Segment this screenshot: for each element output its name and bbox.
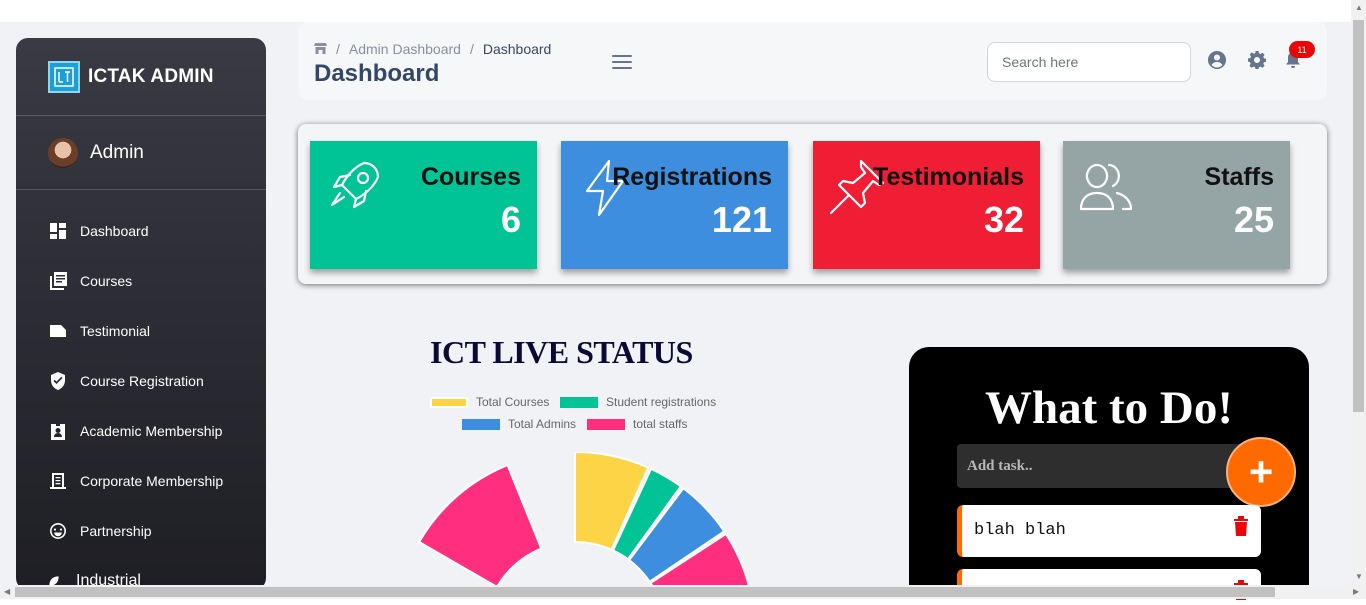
sidebar-item-label: Partnership xyxy=(80,523,152,539)
badge-icon xyxy=(49,422,67,440)
testimonial-icon xyxy=(49,322,67,340)
stats-panel: Courses 6 Registrations 121 Testimonials… xyxy=(298,124,1327,284)
legend-item-total-staffs[interactable]: total staffs xyxy=(587,417,687,431)
legend-swatch xyxy=(462,418,500,430)
menu-toggle-icon[interactable] xyxy=(612,55,632,69)
todo-title: What to Do! xyxy=(984,382,1234,434)
brand-title: ICTAK ADMIN xyxy=(88,65,214,87)
vertical-scroll-thumb[interactable] xyxy=(1353,20,1364,412)
pie-slice-total-staffs[interactable] xyxy=(417,463,543,585)
legend-label: Total Courses xyxy=(476,395,550,409)
user-profile[interactable]: Admin xyxy=(16,116,266,190)
sidebar-item-academic-membership[interactable]: Academic Membership xyxy=(16,406,266,456)
add-task-input[interactable] xyxy=(957,444,1257,488)
users-icon xyxy=(1077,157,1137,217)
sidebar-item-label: Testimonial xyxy=(80,323,151,339)
sidebar-item-label: Dashboard xyxy=(80,223,149,239)
legend-swatch xyxy=(587,418,625,430)
sidebar-item-dashboard[interactable]: Dashboard xyxy=(16,206,266,256)
settings-gear-icon[interactable] xyxy=(1248,51,1267,70)
legend-swatch xyxy=(560,396,598,408)
legend-label: Total Admins xyxy=(508,417,577,431)
stat-card-testimonials[interactable]: Testimonials 32 xyxy=(813,141,1040,269)
sidebar-item-corporate-membership[interactable]: Corporate Membership xyxy=(16,456,266,506)
stat-card-staffs[interactable]: Staffs 25 xyxy=(1063,141,1290,269)
rocket-icon xyxy=(324,157,384,217)
breadcrumb-admin-dashboard[interactable]: Admin Dashboard xyxy=(349,41,461,57)
stat-value: 25 xyxy=(1233,199,1274,240)
sidebar-item-course-registration[interactable]: Course Registration xyxy=(16,356,266,406)
page-background: ICTAK ADMIN Admin Dashboard Courses Test… xyxy=(0,22,1351,600)
stat-label: Testimonials xyxy=(873,163,1024,191)
scroll-right-arrow-icon[interactable]: ▶ xyxy=(1353,587,1359,596)
sidebar-item-courses[interactable]: Courses xyxy=(16,256,266,306)
search-input[interactable] xyxy=(987,42,1191,82)
todo-widget: What to Do! + blah blah xyxy=(909,347,1309,600)
legend-label: total staffs xyxy=(633,417,688,431)
stat-card-registrations[interactable]: Registrations 121 xyxy=(561,141,788,269)
avatar xyxy=(48,137,78,168)
task-text: blah blah xyxy=(974,521,1066,540)
sidebar-item-label: Courses xyxy=(80,273,133,289)
legend-item-total-courses[interactable]: Total Courses xyxy=(430,395,549,409)
stat-label: Courses xyxy=(420,163,521,191)
task-item[interactable]: blah blah xyxy=(957,505,1261,557)
stat-value: 121 xyxy=(711,199,772,240)
dashboard-icon xyxy=(49,222,67,240)
scroll-up-arrow-icon[interactable]: ▲ xyxy=(1355,3,1363,12)
sidebar: ICTAK ADMIN Admin Dashboard Courses Test… xyxy=(16,38,266,590)
legend-item-total-admins[interactable]: Total Admins xyxy=(462,417,576,431)
chart-title: ICT LIVE STATUS xyxy=(430,334,693,370)
sidebar-item-testimonial[interactable]: Testimonial xyxy=(16,306,266,356)
shield-check-icon xyxy=(49,372,67,390)
horizontal-scrollbar[interactable]: ◀ ▶ xyxy=(0,585,1366,599)
stat-value: 6 xyxy=(500,199,521,240)
sidebar-item-label: Academic Membership xyxy=(80,423,223,439)
notification-count-badge: 11 xyxy=(1289,41,1315,58)
user-name: Admin xyxy=(90,141,144,163)
sidebar-item-label: Course Registration xyxy=(80,373,204,389)
sidebar-nav: Dashboard Courses Testimonial Course Reg… xyxy=(16,190,266,590)
plus-icon: + xyxy=(1248,448,1274,495)
receipt-icon xyxy=(49,472,67,490)
courses-icon xyxy=(49,272,67,290)
user-account-icon[interactable] xyxy=(1208,51,1227,69)
breadcrumb: / Admin Dashboard / Dashboard xyxy=(314,41,551,57)
legend-label: Student registrations xyxy=(606,395,717,409)
breadcrumb-current: Dashboard xyxy=(482,41,552,57)
smiley-icon xyxy=(49,522,67,540)
horizontal-scroll-thumb[interactable] xyxy=(15,587,1275,597)
add-task-button[interactable]: + xyxy=(1226,437,1296,507)
legend-item-student-registrations[interactable]: Student registrations xyxy=(560,395,716,409)
stat-label: Staffs xyxy=(1204,163,1274,191)
home-icon[interactable] xyxy=(314,41,327,57)
scroll-down-arrow-icon[interactable]: ▼ xyxy=(1355,572,1363,581)
brand[interactable]: ICTAK ADMIN xyxy=(16,38,266,116)
sidebar-item-label: Corporate Membership xyxy=(80,473,224,489)
ictak-logo-icon xyxy=(48,60,80,93)
stat-card-courses[interactable]: Courses 6 xyxy=(310,141,537,269)
stat-value: 32 xyxy=(983,199,1024,240)
legend-swatch xyxy=(430,396,468,408)
delete-task-icon[interactable] xyxy=(1233,516,1249,536)
scroll-left-arrow-icon[interactable]: ◀ xyxy=(4,587,10,596)
top-navbar: / Admin Dashboard / Dashboard Dashboard … xyxy=(298,22,1327,100)
pie-chart xyxy=(417,452,750,585)
sidebar-item-partnership[interactable]: Partnership xyxy=(16,506,266,556)
stat-label: Registrations xyxy=(612,163,772,191)
page-title: Dashboard xyxy=(314,60,440,87)
vertical-scrollbar[interactable]: ▲ ▼ xyxy=(1351,0,1366,585)
